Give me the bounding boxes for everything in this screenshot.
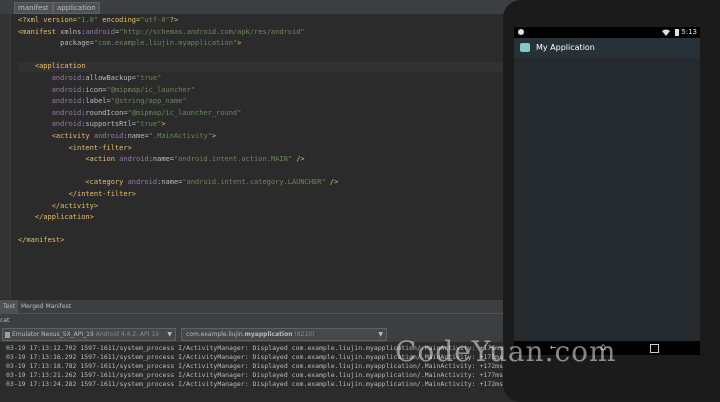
device-detail: Android 4.4.2, API 19 — [95, 331, 159, 338]
notification-icon — [518, 29, 524, 35]
device-select[interactable]: Emulator Nexus_5X_API_19 Android 4.4.2, … — [2, 328, 176, 341]
status-bar: 5:13 — [514, 27, 700, 38]
wifi-icon — [662, 29, 670, 36]
code-line: android:label="@string/app_name" — [18, 97, 187, 106]
emulator-icon — [5, 331, 10, 338]
log-line: 03-19 17:13:24.282 1597-1611/system_proc… — [6, 380, 503, 388]
code-line: <category android:name="android.intent.c… — [18, 178, 339, 187]
tab-text[interactable]: Text — [0, 300, 19, 314]
breadcrumb: manifest application — [0, 0, 520, 15]
app-toolbar: My Application — [514, 38, 700, 58]
code-line: </application> — [18, 213, 94, 222]
code-line: </activity> — [18, 201, 99, 210]
breadcrumb-application[interactable]: application — [53, 2, 100, 14]
chevron-down-icon: ▼ — [167, 331, 172, 338]
code-line: <application — [18, 62, 518, 73]
editor-gutter — [0, 14, 11, 299]
app-title: My Application — [536, 43, 595, 52]
code-editor[interactable]: <?xml version="1.0" encoding="utf-8"?> <m… — [0, 14, 520, 299]
code-line: <?xml version="1.0" encoding="utf-8"?> — [18, 16, 179, 24]
code-line: </manifest> — [18, 236, 65, 245]
code-line: <activity android:name=".MainActivity"> — [18, 132, 217, 140]
chevron-down-icon: ▼ — [378, 331, 383, 338]
log-line: 03-19 17:13:21.262 1597-1611/system_proc… — [6, 371, 503, 379]
process-select[interactable]: com.example.liujin.myapplication (8210) … — [181, 328, 387, 341]
android-icon — [520, 43, 530, 52]
status-time: 5:13 — [681, 28, 697, 36]
process-pid: (8210) — [294, 331, 315, 338]
device-name: Emulator Nexus_5X_API_19 — [12, 331, 94, 338]
watermark: CodeYuan.com — [395, 335, 617, 368]
process-name: com.example.liujin. — [186, 331, 245, 338]
battery-icon — [675, 29, 679, 36]
code-line: android:supportsRtl="true"> — [18, 120, 166, 129]
app-content[interactable] — [514, 58, 700, 341]
code-line: <manifest xmlns:android="http://schemas.… — [18, 27, 305, 36]
code-line: android:roundIcon="@mipmap/ic_launcher_r… — [18, 108, 242, 117]
breadcrumb-manifest[interactable]: manifest — [14, 2, 53, 14]
code-line: package="com.example.liujin.myapplicatio… — [18, 39, 242, 48]
code-line: <intent-filter> — [18, 143, 132, 152]
code-line: <action android:name="android.intent.act… — [18, 155, 305, 164]
process-name-bold: myapplication — [244, 331, 293, 338]
editor-tab-bar: Text Merged Manifest — [0, 299, 520, 314]
code-line: android:allowBackup="true" — [18, 74, 162, 82]
code-line: android:icon="@mipmap/ic_launcher" — [18, 85, 196, 94]
tab-merged-manifest[interactable]: Merged Manifest — [18, 300, 74, 314]
recents-icon[interactable] — [650, 344, 659, 353]
code-line: </intent-filter> — [18, 190, 137, 198]
